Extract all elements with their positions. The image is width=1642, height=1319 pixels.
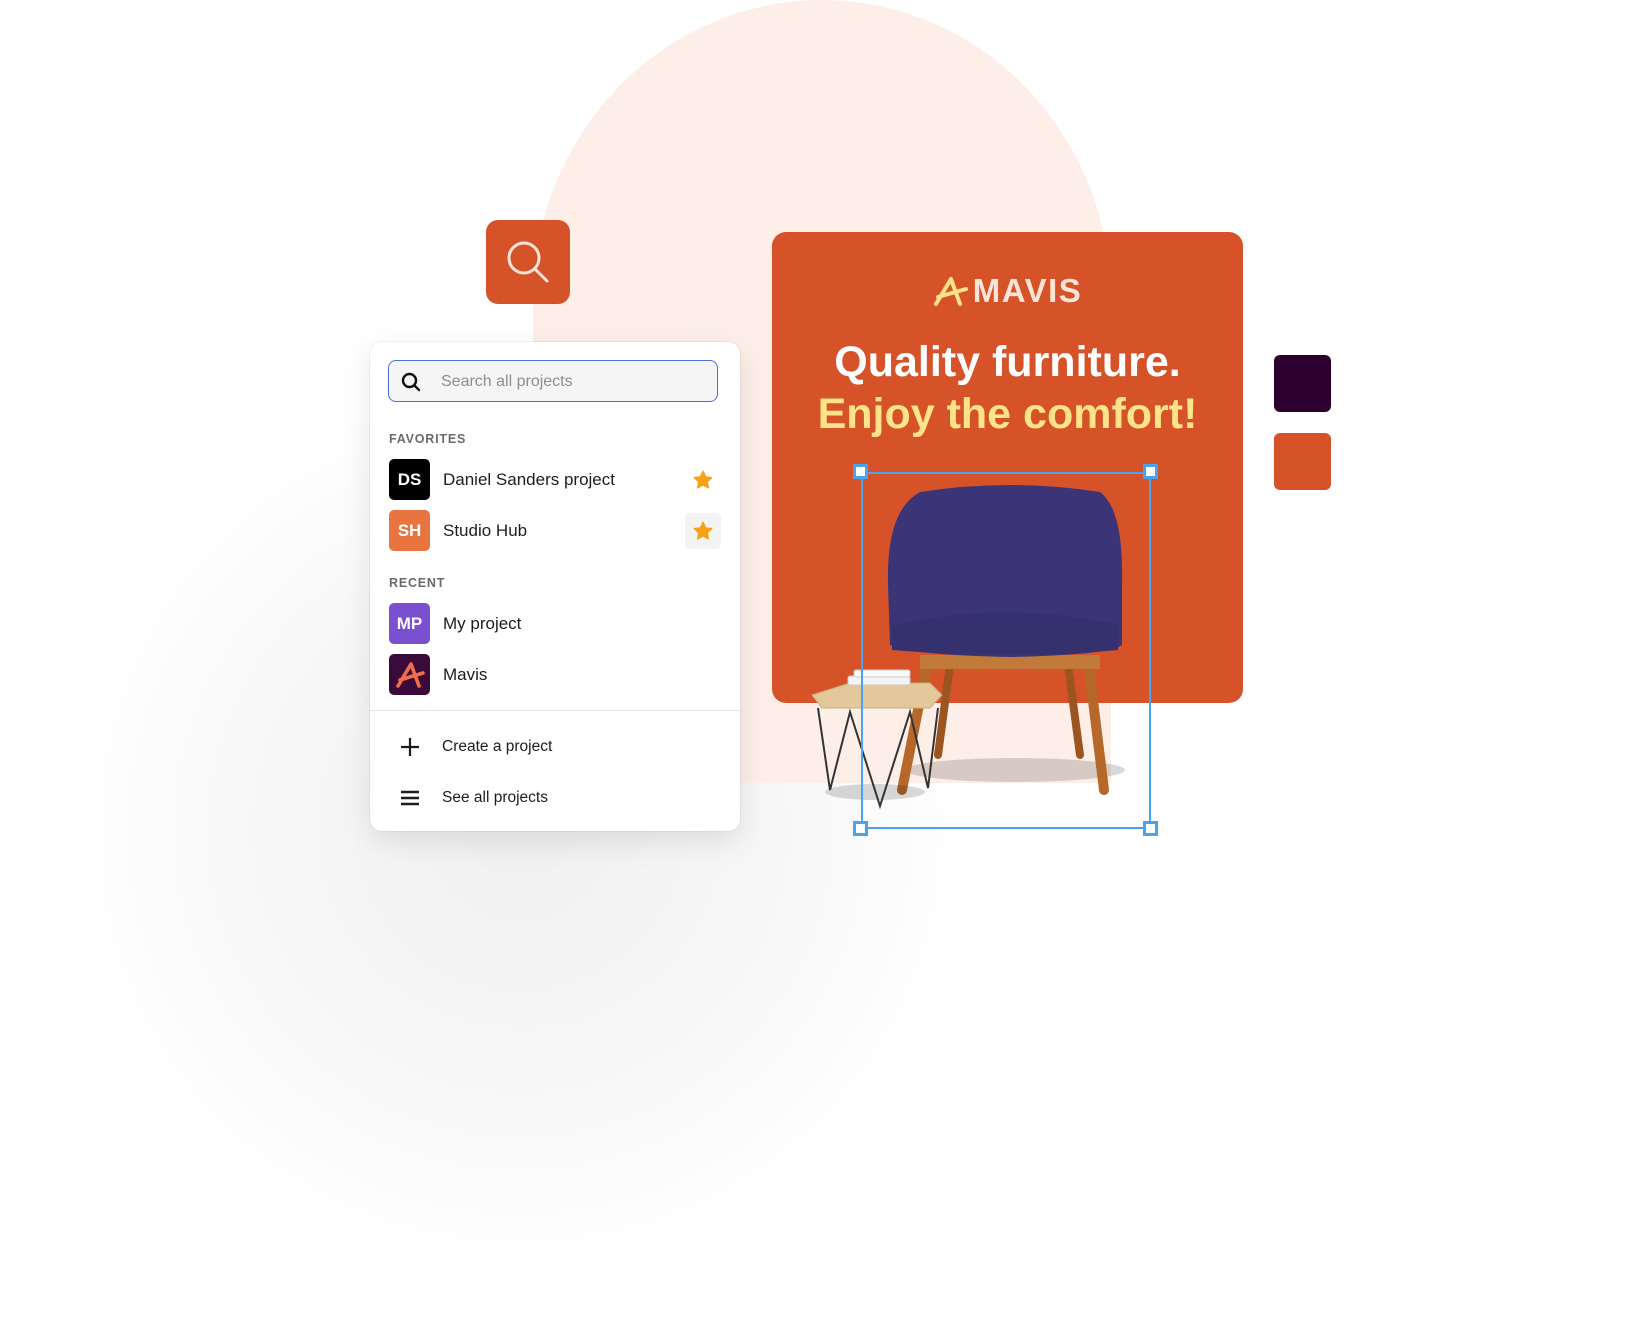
headline-line-2[interactable]: Enjoy the comfort! [772, 390, 1243, 439]
project-name: Mavis [443, 664, 488, 684]
recent-item[interactable]: MP My project [389, 603, 721, 644]
resize-handle-bottom-right[interactable] [1143, 821, 1158, 836]
avatar: MP [389, 603, 430, 644]
favorite-item[interactable]: SH Studio Hub [389, 510, 721, 551]
headline-line-1[interactable]: Quality furniture. [772, 338, 1243, 387]
favorite-item[interactable]: DS Daniel Sanders project [389, 459, 721, 500]
favorite-star-button[interactable] [685, 462, 721, 498]
see-all-projects-label: See all projects [442, 789, 548, 806]
star-icon [693, 521, 713, 540]
avatar [389, 654, 430, 695]
search-icon [507, 241, 549, 283]
avatar: DS [389, 459, 430, 500]
recent-item[interactable]: Mavis [389, 654, 721, 695]
create-project-label: Create a project [442, 738, 553, 755]
star-icon [693, 470, 713, 489]
mavis-logo-icon [395, 661, 425, 688]
resize-handle-bottom-left[interactable] [853, 821, 868, 836]
mavis-logo-icon [933, 277, 968, 306]
project-switcher-panel: FAVORITES DS Daniel Sanders project SH S… [370, 342, 740, 831]
color-swatch-orange[interactable] [1274, 433, 1331, 490]
list-icon [398, 786, 422, 810]
project-name: Studio Hub [443, 520, 528, 540]
search-input[interactable] [439, 361, 713, 403]
favorites-heading: FAVORITES [389, 432, 467, 446]
search-field[interactable] [388, 360, 718, 403]
search-icon [401, 372, 421, 392]
brand-logo: MAVIS [772, 272, 1243, 310]
create-project-button[interactable]: Create a project [398, 732, 552, 762]
color-swatch-dark-plum[interactable] [1274, 355, 1331, 412]
project-name: My project [443, 613, 522, 633]
see-all-projects-button[interactable]: See all projects [398, 783, 548, 813]
avatar: SH [389, 510, 430, 551]
favorite-star-button[interactable] [685, 513, 721, 549]
brand-name: MAVIS [972, 272, 1083, 309]
recent-heading: RECENT [389, 576, 446, 590]
divider [370, 710, 740, 711]
resize-handle-top-left[interactable] [853, 464, 868, 479]
plus-icon [398, 735, 422, 759]
project-name: Daniel Sanders project [443, 469, 615, 489]
search-tile-button[interactable] [486, 220, 570, 304]
resize-handle-top-right[interactable] [1143, 464, 1158, 479]
selection-box[interactable] [861, 472, 1151, 829]
